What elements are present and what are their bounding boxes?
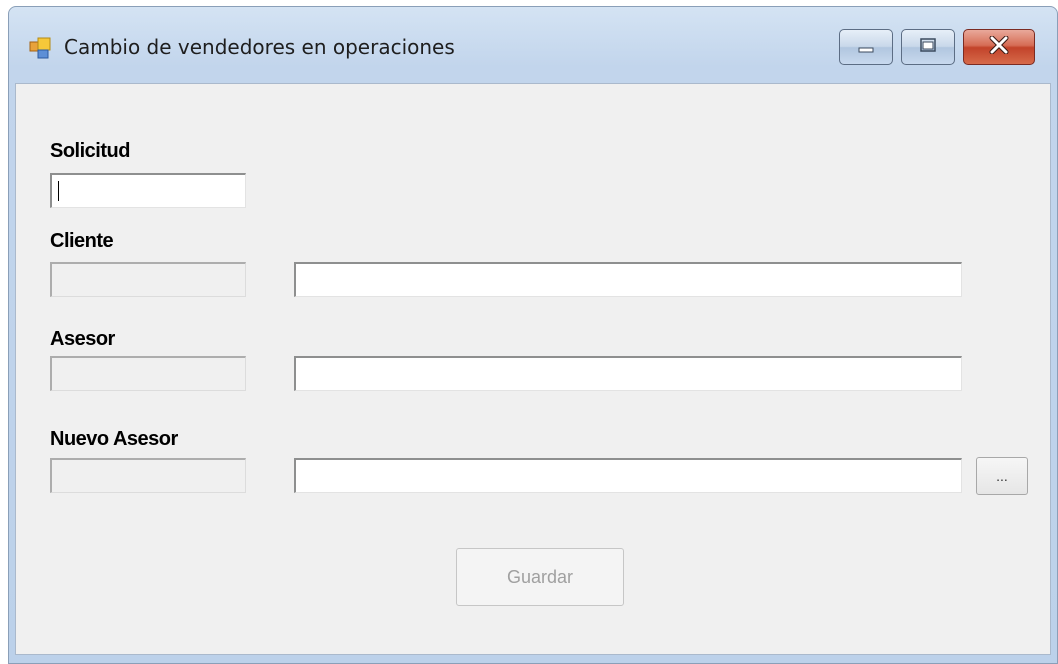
nuevo-asesor-code-field	[50, 458, 246, 493]
close-icon	[988, 35, 1010, 58]
caption-buttons	[839, 29, 1035, 67]
close-button[interactable]	[963, 29, 1035, 65]
minimize-icon	[857, 38, 875, 57]
cliente-label: Cliente	[50, 230, 114, 252]
app-window: Cambio de vendedores en operaciones Soli…	[8, 6, 1058, 664]
cliente-name-field[interactable]	[294, 262, 962, 297]
window-title: Cambio de vendedores en operaciones	[64, 35, 455, 59]
text-caret	[58, 181, 59, 201]
asesor-name-field[interactable]	[294, 356, 962, 391]
solicitud-input[interactable]	[50, 173, 246, 208]
asesor-label: Asesor	[50, 328, 115, 350]
cliente-code-field	[50, 262, 246, 297]
save-button[interactable]: Guardar	[456, 548, 624, 606]
asesor-code-field	[50, 356, 246, 391]
nuevo-asesor-name-field[interactable]	[294, 458, 962, 493]
solicitud-label: Solicitud	[50, 140, 130, 162]
maximize-button[interactable]	[901, 29, 955, 65]
form-client-area: Solicitud Cliente Asesor Nuevo Asesor ..…	[15, 83, 1051, 655]
title-bar[interactable]: Cambio de vendedores en operaciones	[9, 7, 1057, 83]
minimize-button[interactable]	[839, 29, 893, 65]
browse-button[interactable]: ...	[976, 457, 1028, 495]
app-icon	[29, 37, 51, 59]
nuevo-asesor-label: Nuevo Asesor	[50, 428, 178, 450]
maximize-icon	[919, 37, 937, 57]
